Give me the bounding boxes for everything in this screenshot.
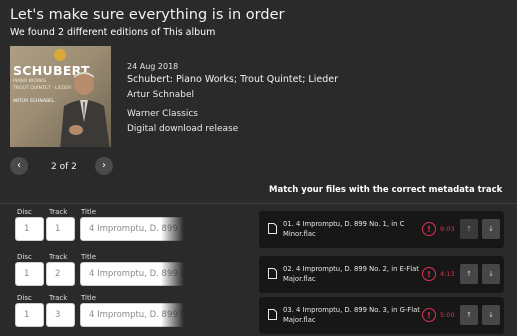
track-label: Track <box>49 253 68 261</box>
title-input[interactable]: 4 Impromptu, D. 899 No. 1, in C Minor <box>80 217 184 241</box>
file-name: 01. 4 Impromptu, D. 899 No. 1, in C Mino… <box>283 220 405 238</box>
edition-pager: 2 of 2 <box>51 162 77 172</box>
match-heading: Match your files with the correct metada… <box>269 185 503 195</box>
warner-logo-icon <box>54 49 66 61</box>
title-label: Title <box>81 208 97 216</box>
move-up-button[interactable]: ↑ <box>460 219 478 239</box>
title-label: Title <box>81 253 97 261</box>
move-up-button[interactable]: ↑ <box>460 305 478 325</box>
track-label: Track <box>49 294 68 302</box>
track-duration: 4:13 <box>440 270 455 278</box>
track-row: Disc Track Title 1 3 4 Impromptu, D. 899… <box>0 294 517 336</box>
track-input[interactable]: 2 <box>46 262 75 286</box>
disc-input[interactable]: 1 <box>15 303 44 327</box>
move-down-button[interactable]: ↓ <box>482 264 500 284</box>
arrow-down-icon: ↓ <box>488 311 494 319</box>
arrow-up-icon: ↑ <box>466 270 472 278</box>
edition-artist: Artur Schnabel <box>127 90 194 100</box>
cover-artist: ARTUR SCHNABEL <box>13 99 55 104</box>
move-down-button[interactable]: ↓ <box>482 305 500 325</box>
edition-date: 24 Aug 2018 <box>127 62 179 71</box>
disc-input[interactable]: 1 <box>15 262 44 286</box>
move-up-button[interactable]: ↑ <box>460 264 478 284</box>
album-cover: SCHUBERT PIANO WORKS TROUT QUINTET · LIE… <box>10 46 111 147</box>
file-name: 03. 4 Impromptu, D. 899 No. 3, in G-Flat… <box>283 306 420 324</box>
chevron-right-icon: › <box>102 160 106 171</box>
file-card: 03. 4 Impromptu, D. 899 No. 3, in G-Flat… <box>259 297 504 334</box>
disc-label: Disc <box>17 208 32 216</box>
page-title: Let's make sure everything is in order <box>10 7 285 23</box>
previous-edition-button[interactable]: ‹ <box>10 157 28 175</box>
track-row: Disc Track Title 1 2 4 Impromptu, D. 899… <box>0 253 517 295</box>
next-edition-button[interactable]: › <box>95 157 113 175</box>
title-label: Title <box>81 294 97 302</box>
title-input[interactable]: 4 Impromptu, D. 899 No. 3, in G-Flat Maj… <box>80 303 184 327</box>
file-icon <box>268 268 277 279</box>
file-icon <box>268 309 277 320</box>
track-row: Disc Track Title 1 1 4 Impromptu, D. 899… <box>0 208 517 250</box>
track-duration: 5:00 <box>440 311 455 319</box>
alert-circle-icon: ! <box>422 308 436 322</box>
track-input[interactable]: 3 <box>46 303 75 327</box>
alert-circle-icon: ! <box>422 267 436 281</box>
arrow-up-icon: ↑ <box>466 225 472 233</box>
chevron-left-icon: ‹ <box>17 160 21 171</box>
arrow-up-icon: ↑ <box>466 311 472 319</box>
file-card: 01. 4 Impromptu, D. 899 No. 1, in C Mino… <box>259 211 504 248</box>
cover-line1: PIANO WORKS <box>13 79 47 84</box>
edition-name: Schubert: Piano Works; Trout Quintet; Li… <box>127 74 338 85</box>
edition-type: Digital download release <box>127 124 239 134</box>
arrow-down-icon: ↓ <box>488 225 494 233</box>
portrait-photo <box>60 72 110 147</box>
file-card: 02. 4 Impromptu, D. 899 No. 2, in E-Flat… <box>259 256 504 293</box>
track-label: Track <box>49 208 68 216</box>
disc-label: Disc <box>17 294 32 302</box>
edition-label: Warner Classics <box>127 109 198 119</box>
title-input[interactable]: 4 Impromptu, D. 899 No. 2, in E-Flat Maj… <box>80 262 184 286</box>
track-duration: 9:03 <box>440 225 455 233</box>
arrow-down-icon: ↓ <box>488 270 494 278</box>
move-down-button[interactable]: ↓ <box>482 219 500 239</box>
alert-circle-icon: ! <box>422 222 436 236</box>
file-name: 02. 4 Impromptu, D. 899 No. 2, in E-Flat… <box>283 265 419 283</box>
file-icon <box>268 223 277 234</box>
disc-label: Disc <box>17 253 32 261</box>
track-input[interactable]: 1 <box>46 217 75 241</box>
disc-input[interactable]: 1 <box>15 217 44 241</box>
page-subtitle: We found 2 different editions of This al… <box>10 27 216 38</box>
divider <box>0 203 517 204</box>
